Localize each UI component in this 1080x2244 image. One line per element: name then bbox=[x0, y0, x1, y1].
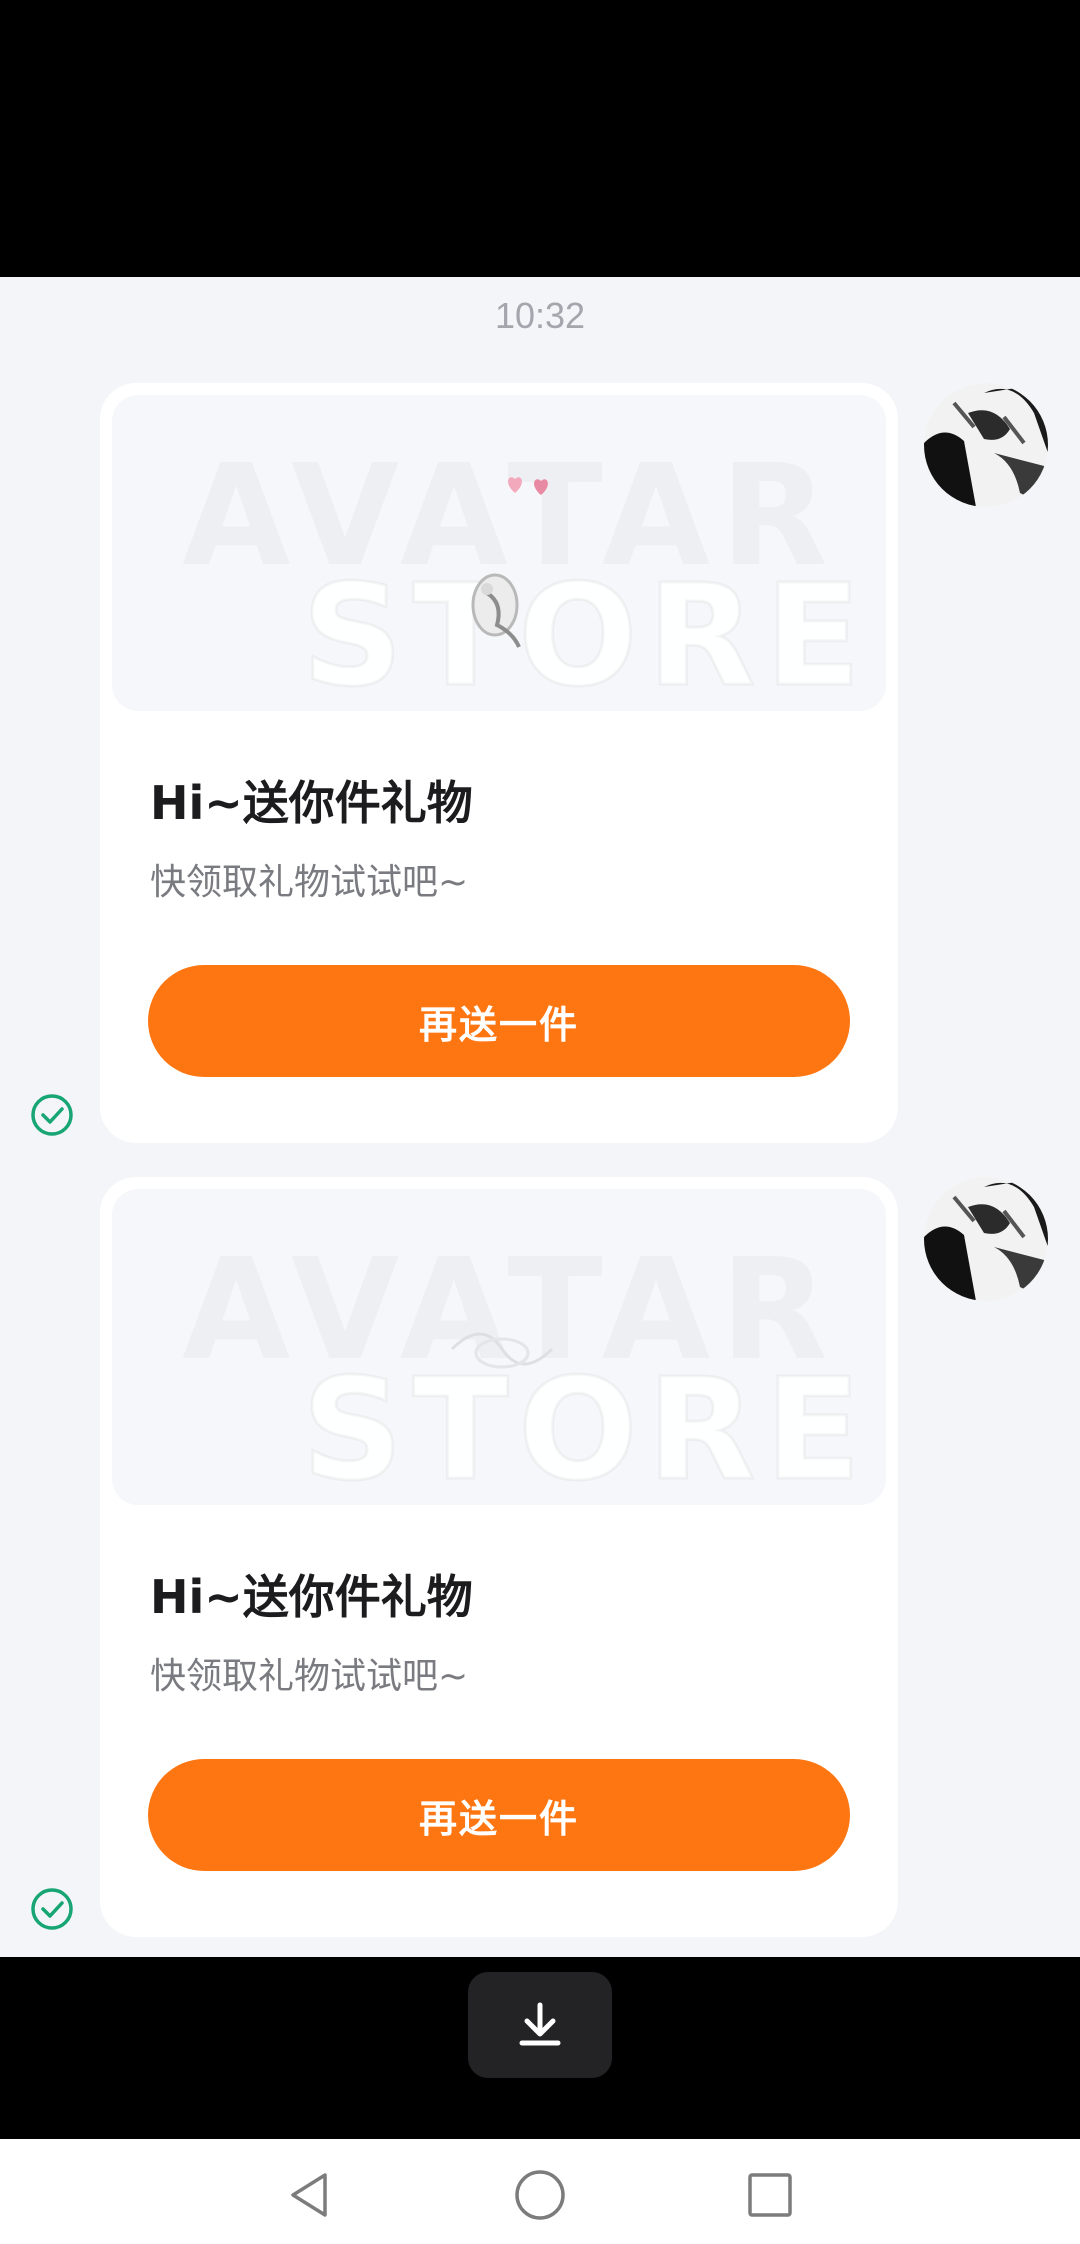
avatar[interactable] bbox=[924, 1177, 1048, 1301]
sent-check-icon bbox=[31, 1888, 73, 1930]
back-button[interactable] bbox=[282, 2167, 338, 2223]
back-triangle-icon bbox=[291, 2173, 327, 2217]
gift-card-subtitle: 快领取礼物试试吧~ bbox=[150, 862, 469, 903]
sent-check-icon bbox=[31, 1094, 73, 1136]
gift-card-subtitle: 快领取礼物试试吧~ bbox=[150, 1656, 469, 1697]
gift-card-image: AVATAR STORE bbox=[112, 1189, 886, 1505]
gift-card-title: Hi~送你件礼物 bbox=[150, 1570, 473, 1624]
top-black-bar bbox=[0, 0, 1080, 277]
gift-card-image: AVATAR STORE bbox=[112, 395, 886, 711]
send-another-button[interactable]: 再送一件 bbox=[148, 1759, 850, 1871]
home-button[interactable] bbox=[512, 2167, 568, 2223]
gift-card[interactable]: AVATAR STORE Hi~送你件礼物 快领取礼物试试吧~ 再送一件 bbox=[100, 383, 898, 1143]
watermark-line-2: STORE bbox=[301, 1348, 871, 1506]
recents-button[interactable] bbox=[742, 2167, 798, 2223]
gift-card[interactable]: AVATAR STORE Hi~送你件礼物 快领取礼物试试吧~ 再送一件 bbox=[100, 1177, 898, 1937]
download-button[interactable] bbox=[468, 1972, 612, 2078]
watermark-line-2: STORE bbox=[301, 554, 871, 712]
chat-area[interactable]: 10:32 AVATAR STORE Hi~送你件礼物 快领取礼物试试吧~ 再送… bbox=[0, 277, 1080, 1957]
home-circle-icon bbox=[515, 2170, 565, 2220]
gift-faint-icon bbox=[450, 1332, 554, 1369]
hearts-decoration-icon bbox=[508, 477, 548, 495]
send-another-button[interactable]: 再送一件 bbox=[148, 965, 850, 1077]
recents-square-icon bbox=[748, 2173, 792, 2217]
system-navigation-bar bbox=[0, 2139, 1080, 2244]
gift-earring-icon bbox=[471, 573, 521, 648]
avatar[interactable] bbox=[924, 383, 1048, 507]
avatar-image bbox=[924, 1177, 1048, 1301]
gift-card-title: Hi~送你件礼物 bbox=[150, 776, 473, 830]
avatar-image bbox=[924, 383, 1048, 507]
message-timestamp: 10:32 bbox=[494, 295, 586, 336]
download-icon bbox=[519, 2002, 561, 2046]
